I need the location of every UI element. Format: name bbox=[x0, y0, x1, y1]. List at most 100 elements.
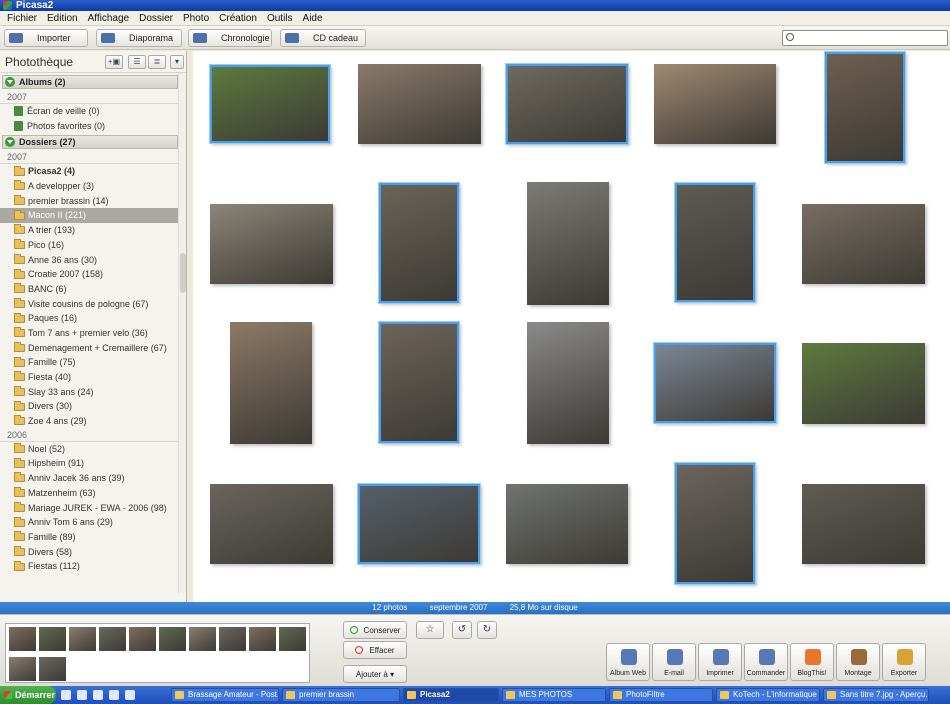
app-icon[interactable] bbox=[125, 690, 135, 700]
photo-thumbnail[interactable] bbox=[230, 322, 312, 444]
photo-thumbnail[interactable] bbox=[506, 484, 628, 564]
timeline-button[interactable]: Chronologie bbox=[188, 29, 272, 47]
start-button[interactable]: Démarrer bbox=[0, 686, 56, 704]
photo-thumbnail[interactable] bbox=[654, 343, 776, 423]
folder-item[interactable]: Zoe 4 ans (29) bbox=[0, 414, 178, 429]
photo-thumbnail[interactable] bbox=[675, 463, 755, 584]
add-to-button[interactable]: Ajouter à ▾ bbox=[343, 665, 407, 683]
folder-item[interactable]: Croatie 2007 (158) bbox=[0, 267, 178, 282]
folder-item[interactable]: Famille (75) bbox=[0, 355, 178, 370]
taskbar-item[interactable]: MES PHOTOS bbox=[502, 688, 606, 702]
photo-thumbnail[interactable] bbox=[506, 64, 628, 144]
star-icon[interactable]: ☆ bbox=[416, 621, 444, 639]
folder-item[interactable]: Tom 7 ans + premier velo (36) bbox=[0, 326, 178, 341]
folder-item[interactable]: Visite cousins de pologne (67) bbox=[0, 297, 178, 312]
tray-thumbnail[interactable] bbox=[38, 626, 67, 652]
search-input[interactable] bbox=[797, 31, 945, 45]
list-view-icon[interactable]: ☰ bbox=[128, 55, 146, 69]
tray-thumbnail[interactable] bbox=[128, 626, 157, 652]
rotate-left-icon[interactable]: ↺ bbox=[452, 621, 472, 639]
menu-dropdown-icon[interactable]: ▾ bbox=[170, 55, 184, 69]
menu-dossier[interactable]: Dossier bbox=[134, 13, 178, 24]
photo-thumbnail[interactable] bbox=[802, 343, 925, 424]
photo-thumbnail[interactable] bbox=[675, 183, 755, 302]
folder-item[interactable]: Fiesta (40) bbox=[0, 370, 178, 385]
folder-item[interactable]: Divers (58) bbox=[0, 545, 178, 560]
tree-view-icon[interactable]: ≣ bbox=[148, 55, 166, 69]
menu-edition[interactable]: Edition bbox=[42, 13, 83, 24]
tray-thumbnail[interactable] bbox=[218, 626, 247, 652]
folder-item[interactable]: Anniv Tom 6 ans (29) bbox=[0, 515, 178, 530]
tray-thumbnail[interactable] bbox=[8, 656, 37, 682]
folder-item[interactable]: Divers (30) bbox=[0, 399, 178, 414]
folder-item[interactable]: Anniv Jacek 36 ans (39) bbox=[0, 471, 178, 486]
taskbar-item[interactable]: Picasa2 bbox=[403, 688, 499, 702]
photo-thumbnail[interactable] bbox=[358, 484, 480, 564]
photo-thumbnail[interactable] bbox=[654, 64, 776, 144]
folder-item[interactable]: Matzenheim (63) bbox=[0, 486, 178, 501]
menu-outils[interactable]: Outils bbox=[262, 13, 298, 24]
photo-thumbnail[interactable] bbox=[825, 52, 905, 163]
menu-aide[interactable]: Aide bbox=[298, 13, 328, 24]
email-button[interactable]: E-mail bbox=[652, 643, 696, 681]
folder-item[interactable]: Fiestas (112) bbox=[0, 559, 178, 574]
export-button[interactable]: Exporter bbox=[882, 643, 926, 681]
menu-affichage[interactable]: Affichage bbox=[83, 13, 135, 24]
album-item[interactable]: Photos favorites (0) bbox=[0, 119, 178, 134]
folder-item[interactable]: Hipsheim (91) bbox=[0, 456, 178, 471]
desktop-icon[interactable] bbox=[93, 690, 103, 700]
print-button[interactable]: Imprimer bbox=[698, 643, 742, 681]
taskbar-item[interactable]: Brassage Amateur - Post... bbox=[171, 688, 279, 702]
folder-item[interactable]: Picasa2 (4) bbox=[0, 164, 178, 179]
photo-thumbnail[interactable] bbox=[802, 484, 925, 564]
taskbar-item[interactable]: Sans titre 7.jpg - Aperçu... bbox=[823, 688, 929, 702]
folder-item[interactable]: Slay 33 ans (24) bbox=[0, 385, 178, 400]
folder-item[interactable]: Famille (89) bbox=[0, 530, 178, 545]
tray-thumbnail[interactable] bbox=[68, 626, 97, 652]
folders-section-header[interactable]: Dossiers (27) bbox=[2, 135, 178, 150]
add-folder-icon[interactable]: +▣ bbox=[105, 55, 123, 69]
menu-photo[interactable]: Photo bbox=[178, 13, 214, 24]
firefox-icon[interactable] bbox=[77, 690, 87, 700]
web-album-button[interactable]: Album Web bbox=[606, 643, 650, 681]
folder-item[interactable]: Noel (52) bbox=[0, 442, 178, 457]
blogthis-button[interactable]: BlogThis! bbox=[790, 643, 834, 681]
taskbar-item[interactable]: KoTech - L'informatique ... bbox=[716, 688, 820, 702]
photo-thumbnail[interactable] bbox=[210, 484, 333, 564]
import-button[interactable]: Importer bbox=[4, 29, 88, 47]
ie-icon[interactable] bbox=[61, 690, 71, 700]
folder-item[interactable]: BANC (6) bbox=[0, 282, 178, 297]
photo-thumbnail[interactable] bbox=[379, 183, 459, 303]
rotate-right-icon[interactable]: ↻ bbox=[477, 621, 497, 639]
photo-thumbnail[interactable] bbox=[210, 65, 330, 143]
folder-item[interactable]: Mariage JUREK - EWA - 2006 (98) bbox=[0, 501, 178, 516]
tray-thumbnail[interactable] bbox=[278, 626, 307, 652]
photo-thumbnail[interactable] bbox=[527, 322, 609, 444]
album-item[interactable]: Écran de veille (0) bbox=[0, 104, 178, 119]
tray-thumbnail[interactable] bbox=[98, 626, 127, 652]
photo-thumbnail[interactable] bbox=[527, 182, 609, 305]
tray-thumbnail[interactable] bbox=[188, 626, 217, 652]
scrollbar-thumb[interactable] bbox=[180, 253, 186, 293]
folder-item[interactable]: A developper (3) bbox=[0, 179, 178, 194]
tray-thumbnail[interactable] bbox=[8, 626, 37, 652]
tray-thumbnail[interactable] bbox=[158, 626, 187, 652]
tray-thumbnail[interactable] bbox=[38, 656, 67, 682]
photo-thumbnail[interactable] bbox=[358, 64, 481, 144]
order-button[interactable]: Commander bbox=[744, 643, 788, 681]
tray-thumbnail[interactable] bbox=[248, 626, 277, 652]
folder-item[interactable]: premier brassin (14) bbox=[0, 194, 178, 209]
folder-item[interactable]: Pico (16) bbox=[0, 238, 178, 253]
folder-item[interactable]: Anne 36 ans (30) bbox=[0, 253, 178, 268]
slideshow-button[interactable]: Diaporama bbox=[96, 29, 182, 47]
albums-section-header[interactable]: Albums (2) bbox=[2, 75, 178, 89]
photo-thumbnail[interactable] bbox=[379, 322, 459, 443]
gift-cd-button[interactable]: CD cadeau bbox=[280, 29, 366, 47]
taskbar-item[interactable]: PhotoFiltre bbox=[609, 688, 713, 702]
folder-item[interactable]: A trier (193) bbox=[0, 223, 178, 238]
keep-button[interactable]: Conserver bbox=[343, 621, 407, 639]
photo-thumbnail[interactable] bbox=[210, 204, 333, 284]
folder-item[interactable]: Macon II (221) bbox=[0, 208, 178, 224]
shortcut-icon[interactable] bbox=[109, 690, 119, 700]
taskbar-item[interactable]: premier brassin bbox=[282, 688, 400, 702]
